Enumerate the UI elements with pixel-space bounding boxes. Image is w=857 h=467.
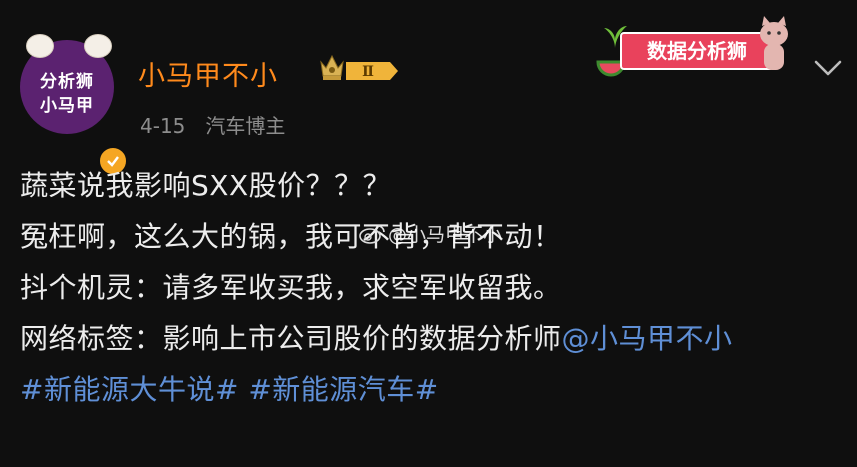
- post-meta: 4-15 汽车博主: [140, 110, 285, 139]
- post-line-text: 网络标签：影响上市公司股价的数据分析师: [20, 322, 562, 355]
- hashtag-link[interactable]: #新能源汽车#: [248, 373, 438, 406]
- level-badge: Ⅱ: [346, 62, 398, 80]
- hashtags: #新能源大牛说# #新能源汽车#: [20, 364, 840, 415]
- level-text: Ⅱ: [362, 64, 374, 80]
- watermark-text: @小马甲不小: [388, 224, 503, 246]
- post-date: 4-15: [140, 114, 186, 138]
- cat-sticker-icon: [84, 34, 112, 58]
- cat-sticker-icon: [26, 34, 54, 58]
- post-line: 网络标签：影响上市公司股价的数据分析师@小马甲不小: [20, 313, 840, 364]
- post-content: 蔬菜说我影响SXX股价？？？ 冤枉啊，这么大的锅，我可不背，背不动！ 抖个机灵：…: [20, 160, 840, 415]
- promo-label: 数据分析狮: [620, 32, 774, 70]
- post-line: 蔬菜说我影响SXX股价？？？: [20, 169, 392, 202]
- avatar[interactable]: 分析狮 小马甲: [20, 34, 128, 176]
- hashtag-link[interactable]: #新能源大牛说#: [20, 373, 239, 406]
- watermark: @小马甲不小: [358, 220, 502, 247]
- cat-illustration-icon: [760, 16, 788, 70]
- user-source: 汽车博主: [205, 114, 286, 138]
- post-line: 抖个机灵：请多军收买我，求空军收留我。: [20, 271, 562, 304]
- promo-sticker: 数据分析狮: [596, 16, 790, 80]
- username[interactable]: 小马甲不小: [138, 54, 278, 93]
- weibo-logo-icon: [359, 224, 385, 244]
- crown-icon: [320, 54, 344, 80]
- avatar-text-line2: 小马甲: [40, 96, 94, 116]
- chevron-down-icon[interactable]: [810, 52, 846, 82]
- mention-link[interactable]: @小马甲不小: [562, 322, 733, 355]
- avatar-text-line1: 分析狮: [40, 72, 94, 92]
